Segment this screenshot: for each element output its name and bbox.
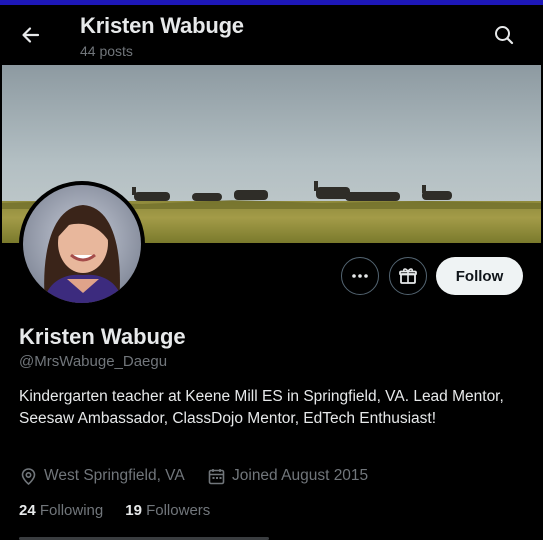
- followers-link[interactable]: 19 Followers: [125, 502, 210, 519]
- calendar-icon: [208, 468, 225, 484]
- followers-label: Followers: [146, 502, 211, 519]
- following-link[interactable]: 24 Following: [19, 502, 103, 519]
- gift-icon: [399, 268, 417, 284]
- profile-bio: Kindergarten teacher at Keene Mill ES in…: [19, 388, 504, 427]
- profile-header: Kristen Wabuge 44 posts: [0, 5, 543, 65]
- joined-item: Joined August 2015: [207, 465, 368, 487]
- header-title: Kristen Wabuge: [80, 13, 244, 38]
- gift-button[interactable]: [389, 257, 427, 295]
- location-text: West Springfield, VA: [44, 467, 185, 484]
- follow-stats: 24 Following 19 Followers: [19, 502, 232, 519]
- post-count: 44 posts: [80, 43, 133, 59]
- avatar[interactable]: [23, 185, 141, 303]
- following-count: 24: [19, 502, 36, 519]
- more-horizontal-icon: [352, 274, 368, 278]
- following-label: Following: [39, 502, 104, 519]
- location-item: West Springfield, VA: [19, 465, 185, 487]
- more-options-button[interactable]: [341, 257, 379, 295]
- arrow-left-icon: [22, 27, 40, 43]
- followed-by-text-cut: [19, 534, 269, 540]
- joined-text: Joined August 2015: [232, 467, 369, 484]
- location-pin-icon: [21, 467, 36, 485]
- avatar-frame: [19, 181, 145, 307]
- follow-button[interactable]: Follow: [436, 257, 523, 295]
- search-button[interactable]: [488, 19, 520, 51]
- profile-handle: @MrsWabuge_Daegu: [19, 353, 168, 370]
- back-button[interactable]: [14, 18, 48, 52]
- followers-count: 19: [125, 502, 142, 519]
- profile-name: Kristen Wabuge: [19, 324, 186, 349]
- search-icon: [495, 26, 514, 45]
